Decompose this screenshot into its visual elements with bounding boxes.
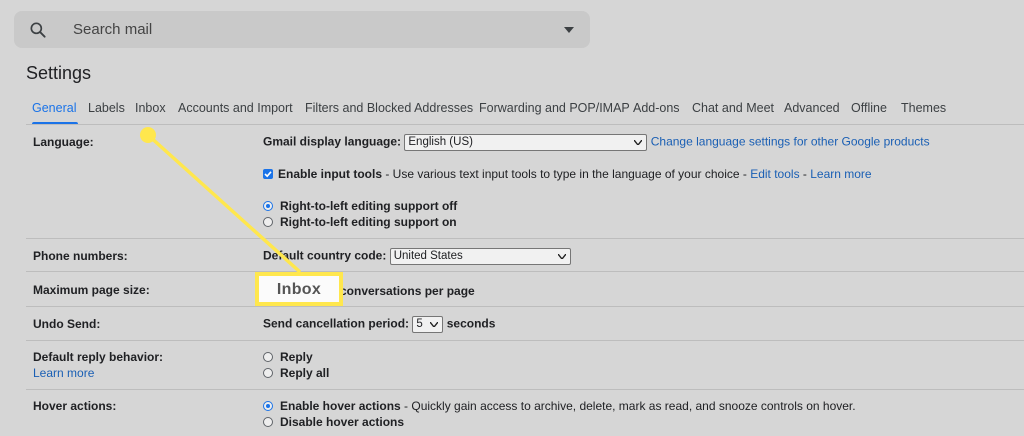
disable-hover-radio[interactable] [263, 417, 273, 427]
disable-hover-label: Disable hover actions [280, 415, 405, 429]
check-icon [264, 171, 272, 178]
row-divider [26, 306, 1024, 307]
search-input[interactable]: Search mail [73, 21, 152, 38]
page-size-suffix: conversations per page [340, 284, 475, 298]
tab-inbox[interactable]: Inbox [135, 101, 166, 115]
search-icon[interactable] [28, 20, 48, 40]
tab-forwarding[interactable]: Forwarding and POP/IMAP [479, 101, 630, 115]
reply-all-option-row[interactable]: Reply all [263, 366, 329, 380]
country-code-select[interactable]: United States [389, 248, 571, 265]
enable-hover-label: Enable hover actions [280, 399, 401, 413]
hover-actions-label: Hover actions: [33, 399, 117, 413]
page-size-row: conversations per page [340, 284, 475, 298]
row-divider [26, 389, 1024, 390]
undo-send-label: Undo Send: [33, 317, 101, 331]
rtl-on-label: Right-to-left editing support on [280, 215, 457, 229]
reply-behavior-label: Default reply behavior: [33, 350, 164, 364]
display-language-row: Gmail display language: English (US) Cha… [263, 134, 930, 151]
search-options-chevron-icon[interactable] [564, 26, 574, 34]
chevron-down-icon [634, 140, 643, 145]
tabs-divider [26, 124, 1024, 125]
chevron-down-icon [557, 254, 566, 259]
row-divider [26, 238, 1024, 239]
input-tools-row: Enable input tools - Use various text in… [263, 167, 872, 181]
reply-all-radio[interactable] [263, 368, 273, 378]
input-tools-checkbox[interactable] [263, 169, 273, 179]
settings-tabs: General Labels Inbox Accounts and Import… [26, 94, 1024, 125]
callout-pointer [140, 127, 302, 274]
display-language-label: Gmail display language: [263, 134, 402, 149]
country-code-label: Default country code: [263, 248, 387, 263]
tab-general[interactable]: General [32, 101, 76, 115]
tab-chat-and-meet[interactable]: Chat and Meet [692, 101, 774, 115]
link-separator: - [799, 167, 811, 181]
disable-hover-row[interactable]: Disable hover actions [263, 415, 404, 429]
edit-tools-link[interactable]: Edit tools [750, 167, 799, 181]
row-divider [26, 271, 1024, 272]
row-divider [26, 340, 1024, 341]
tab-themes[interactable]: Themes [901, 101, 946, 115]
reply-label: Reply [280, 350, 313, 364]
language-label: Language: [33, 135, 94, 149]
input-tools-label: Enable input tools [278, 167, 382, 181]
cancellation-period-value: 5 [416, 318, 423, 330]
enable-hover-desc: - Quickly gain access to archive, delete… [400, 399, 856, 413]
enable-hover-row[interactable]: Enable hover actions - Quickly gain acce… [263, 399, 856, 413]
display-language-select[interactable]: English (US) [404, 134, 648, 151]
input-tools-learn-more-link[interactable]: Learn more [810, 167, 871, 181]
tab-offline[interactable]: Offline [851, 101, 887, 115]
rtl-on-radio[interactable] [263, 217, 273, 227]
input-tools-desc: - Use various text input tools to type i… [382, 167, 751, 181]
country-code-value: United States [393, 250, 463, 262]
tab-accounts-and-import[interactable]: Accounts and Import [178, 101, 293, 115]
max-page-size-label: Maximum page size: [33, 283, 150, 297]
country-code-row: Default country code: United States [263, 248, 571, 265]
tab-add-ons[interactable]: Add-ons [633, 101, 680, 115]
reply-all-label: Reply all [280, 366, 330, 380]
callout-dot [140, 127, 156, 143]
phone-numbers-label: Phone numbers: [33, 249, 128, 263]
cancellation-period-unit: seconds [446, 316, 496, 331]
enable-hover-radio[interactable] [263, 401, 273, 411]
rtl-on-row[interactable]: Right-to-left editing support on [263, 215, 457, 229]
search-bar[interactable]: Search mail [14, 11, 590, 48]
tab-advanced[interactable]: Advanced [784, 101, 840, 115]
rtl-off-radio[interactable] [263, 201, 273, 211]
page-title: Settings [26, 63, 92, 83]
reply-radio[interactable] [263, 352, 273, 362]
reply-option-row[interactable]: Reply [263, 350, 313, 364]
cancellation-period-select[interactable]: 5 [412, 316, 444, 333]
tab-filters[interactable]: Filters and Blocked Addresses [305, 101, 473, 115]
rtl-off-label: Right-to-left editing support off [280, 199, 458, 213]
callout-box: Inbox [255, 272, 343, 306]
tab-labels[interactable]: Labels [88, 101, 125, 115]
cancellation-period-label: Send cancellation period: [263, 316, 410, 331]
chevron-down-icon [430, 322, 439, 327]
change-language-link[interactable]: Change language settings for other Googl… [651, 135, 930, 149]
undo-send-row: Send cancellation period: 5 seconds [263, 316, 495, 333]
display-language-value: English (US) [408, 136, 473, 148]
rtl-off-row[interactable]: Right-to-left editing support off [263, 199, 457, 213]
reply-learn-more-link[interactable]: Learn more [33, 366, 94, 380]
